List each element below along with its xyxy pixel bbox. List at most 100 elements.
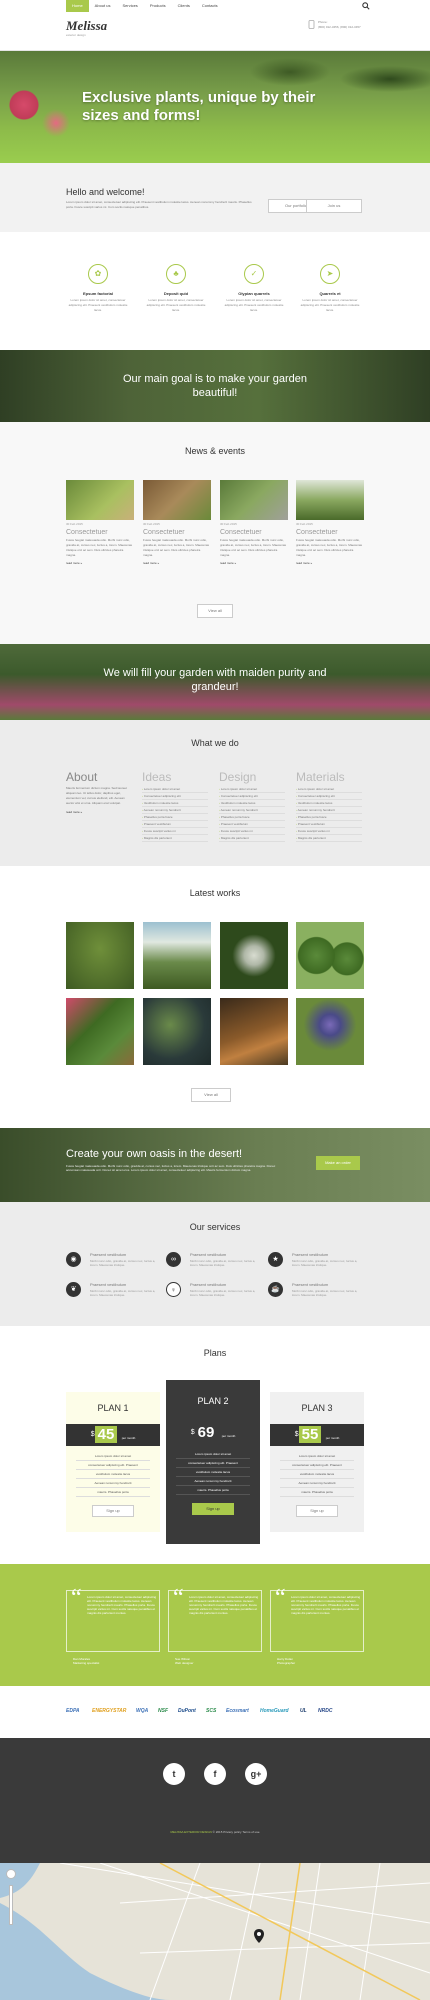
service-title[interactable]: Praesent vestibulum xyxy=(90,1252,126,1257)
list-item[interactable]: › Phasellus porta fusce xyxy=(142,814,208,821)
gallery-image[interactable] xyxy=(66,998,134,1065)
facebook-icon[interactable]: f xyxy=(204,1763,226,1785)
map-pan-control[interactable] xyxy=(6,1869,16,1879)
list-item[interactable]: › Lorem ipsum dolor sit amet xyxy=(142,786,208,793)
list-item[interactable]: › Fusce suscipit varius mi xyxy=(296,828,362,835)
signup-button[interactable]: Sign up xyxy=(192,1503,234,1515)
plan-feature: Lorem ipsum dolor sit amet xyxy=(176,1450,250,1459)
partner-logo[interactable]: SCS xyxy=(206,1708,216,1717)
service-title[interactable]: Praesent vestibulum xyxy=(292,1282,328,1287)
list-item-label: Lorem ipsum dolor sit amet xyxy=(143,787,181,791)
list-item[interactable]: › Vestibulum molestie lacus xyxy=(296,800,362,807)
testimonial-text: Lorem ipsum dolor sit amet, consectetuer… xyxy=(291,1595,361,1615)
list-item[interactable]: › Lorem ipsum dolor sit amet xyxy=(296,786,362,793)
map-section[interactable] xyxy=(0,1863,430,2000)
plan-feature: Aenean nonummy hendrerit xyxy=(280,1479,354,1488)
search-icon[interactable] xyxy=(362,2,370,10)
list-item[interactable]: › Magnis dis parturient xyxy=(142,835,208,842)
gallery-image[interactable] xyxy=(220,922,288,989)
partner-logo[interactable]: Ecosmart xyxy=(226,1708,249,1717)
news-image[interactable] xyxy=(220,480,288,520)
list-item[interactable]: › Phasellus porta fusce xyxy=(296,814,362,821)
list-item[interactable]: › Consectetuer adipiscing elit xyxy=(219,793,285,800)
news-item-title[interactable]: Consectetuer xyxy=(66,529,134,536)
service-title[interactable]: Praesent vestibulum xyxy=(190,1252,226,1257)
news-view-all-button[interactable]: View all xyxy=(197,604,233,618)
read-more-link[interactable]: read more » xyxy=(143,561,211,565)
list-item[interactable]: › Praesent vestibulum xyxy=(142,821,208,828)
service-title[interactable]: Praesent vestibulum xyxy=(90,1282,126,1287)
nav-item-home[interactable]: Home xyxy=(66,0,89,12)
site-logo[interactable]: Melissa xyxy=(66,18,107,34)
list-item[interactable]: › Magnis dis parturient xyxy=(296,835,362,842)
nav-item-products[interactable]: Products xyxy=(144,0,172,12)
news-item-title[interactable]: Consectetuer xyxy=(143,529,211,536)
feature-title: Deposit quid xyxy=(163,291,189,296)
list-item[interactable]: › Praesent vestibulum xyxy=(219,821,285,828)
list-item[interactable]: › Consectetuer adipiscing elit xyxy=(142,793,208,800)
nav-item-about[interactable]: About us xyxy=(89,0,117,12)
list-item-label: Phasellus porta fusce xyxy=(220,815,250,819)
news-image[interactable] xyxy=(143,480,211,520)
map-zoom-slider[interactable] xyxy=(9,1885,13,1925)
list-item[interactable]: › Vestibulum molestie lacus xyxy=(142,800,208,807)
partner-logo[interactable]: NRDC xyxy=(318,1708,332,1717)
list-item[interactable]: › Praesent vestibulum xyxy=(296,821,362,828)
gallery-image[interactable] xyxy=(296,998,364,1065)
list-item[interactable]: › Aenean nonummy hendrerit xyxy=(219,807,285,814)
service-title[interactable]: Praesent vestibulum xyxy=(292,1252,328,1257)
read-more-link[interactable]: read more » xyxy=(66,561,134,565)
partner-logo[interactable]: WQA xyxy=(136,1708,148,1717)
partner-logo[interactable]: ENERGYSTAR xyxy=(92,1708,126,1717)
list-item[interactable]: › Lorem ipsum dolor sit amet xyxy=(219,786,285,793)
nav-item-services[interactable]: Services xyxy=(116,0,143,12)
google-plus-icon[interactable]: g+ xyxy=(245,1763,267,1785)
list-item[interactable]: › Magnis dis parturient xyxy=(219,835,285,842)
partner-logo[interactable]: DuPont xyxy=(178,1708,196,1717)
gallery-image[interactable] xyxy=(296,922,364,989)
twitter-icon[interactable]: t xyxy=(163,1763,185,1785)
welcome-title: Hello and welcome! xyxy=(66,187,145,197)
list-item[interactable]: › Consectetuer adipiscing elit xyxy=(296,793,362,800)
make-order-button[interactable]: Make an order xyxy=(316,1156,360,1170)
news-item-title[interactable]: Consectetuer xyxy=(296,529,364,536)
signup-button[interactable]: Sign up xyxy=(296,1505,338,1517)
partner-logo[interactable]: UL xyxy=(300,1708,307,1717)
plan-price: $69 per month xyxy=(166,1422,260,1444)
map-canvas[interactable] xyxy=(0,1863,430,2000)
welcome-section: Hello and welcome! Lorem ipsum dolor sit… xyxy=(0,163,430,232)
list-item[interactable]: › Aenean nonummy hendrerit xyxy=(142,807,208,814)
news-item-title[interactable]: Consectetuer xyxy=(220,529,288,536)
main-nav: Home About us Services Products Clients … xyxy=(66,0,224,12)
list-item[interactable]: › Phasellus porta fusce xyxy=(219,814,285,821)
partner-logo[interactable]: HomeGuard xyxy=(260,1708,289,1717)
nav-item-clients[interactable]: Clients xyxy=(172,0,196,12)
gallery-image[interactable] xyxy=(143,922,211,989)
service-text: Morbi nunc odio, gravida at, cursus nec,… xyxy=(90,1259,156,1267)
join-button[interactable]: Join us xyxy=(306,199,362,213)
plan-card: PLAN 3 $55 per month Lorem ipsum dolor s… xyxy=(270,1392,364,1532)
read-more-link[interactable]: read more » xyxy=(220,561,288,565)
map-pin-icon[interactable] xyxy=(254,1929,264,1943)
list-item[interactable]: › Aenean nonummy hendrerit xyxy=(296,807,362,814)
gallery-image[interactable] xyxy=(66,922,134,989)
nav-item-contacts[interactable]: Contacts xyxy=(196,0,224,12)
news-image[interactable] xyxy=(66,480,134,520)
read-more-link[interactable]: read more » xyxy=(296,561,364,565)
list-item-label: Aenean nonummy hendrerit xyxy=(220,808,258,812)
list-item[interactable]: › Fusce suscipit varius mi xyxy=(142,828,208,835)
partner-logo[interactable]: EDPA xyxy=(66,1708,80,1717)
gallery-image[interactable] xyxy=(220,998,288,1065)
partner-logo[interactable]: NSF xyxy=(158,1708,168,1717)
service-title[interactable]: Praesent vestibulum xyxy=(190,1282,226,1287)
news-image[interactable] xyxy=(296,480,364,520)
list-item-label: Consectetuer adipiscing elit xyxy=(143,794,181,798)
plan-price-value: 55 xyxy=(298,1426,322,1443)
works-view-all-button[interactable]: View all xyxy=(191,1088,231,1102)
about-read-more[interactable]: read more » xyxy=(66,810,132,814)
list-item-label: Magnis dis parturient xyxy=(220,836,249,840)
gallery-image[interactable] xyxy=(143,998,211,1065)
list-item[interactable]: › Vestibulum molestie lacus xyxy=(219,800,285,807)
signup-button[interactable]: Sign up xyxy=(92,1505,134,1517)
list-item[interactable]: › Fusce suscipit varius mi xyxy=(219,828,285,835)
